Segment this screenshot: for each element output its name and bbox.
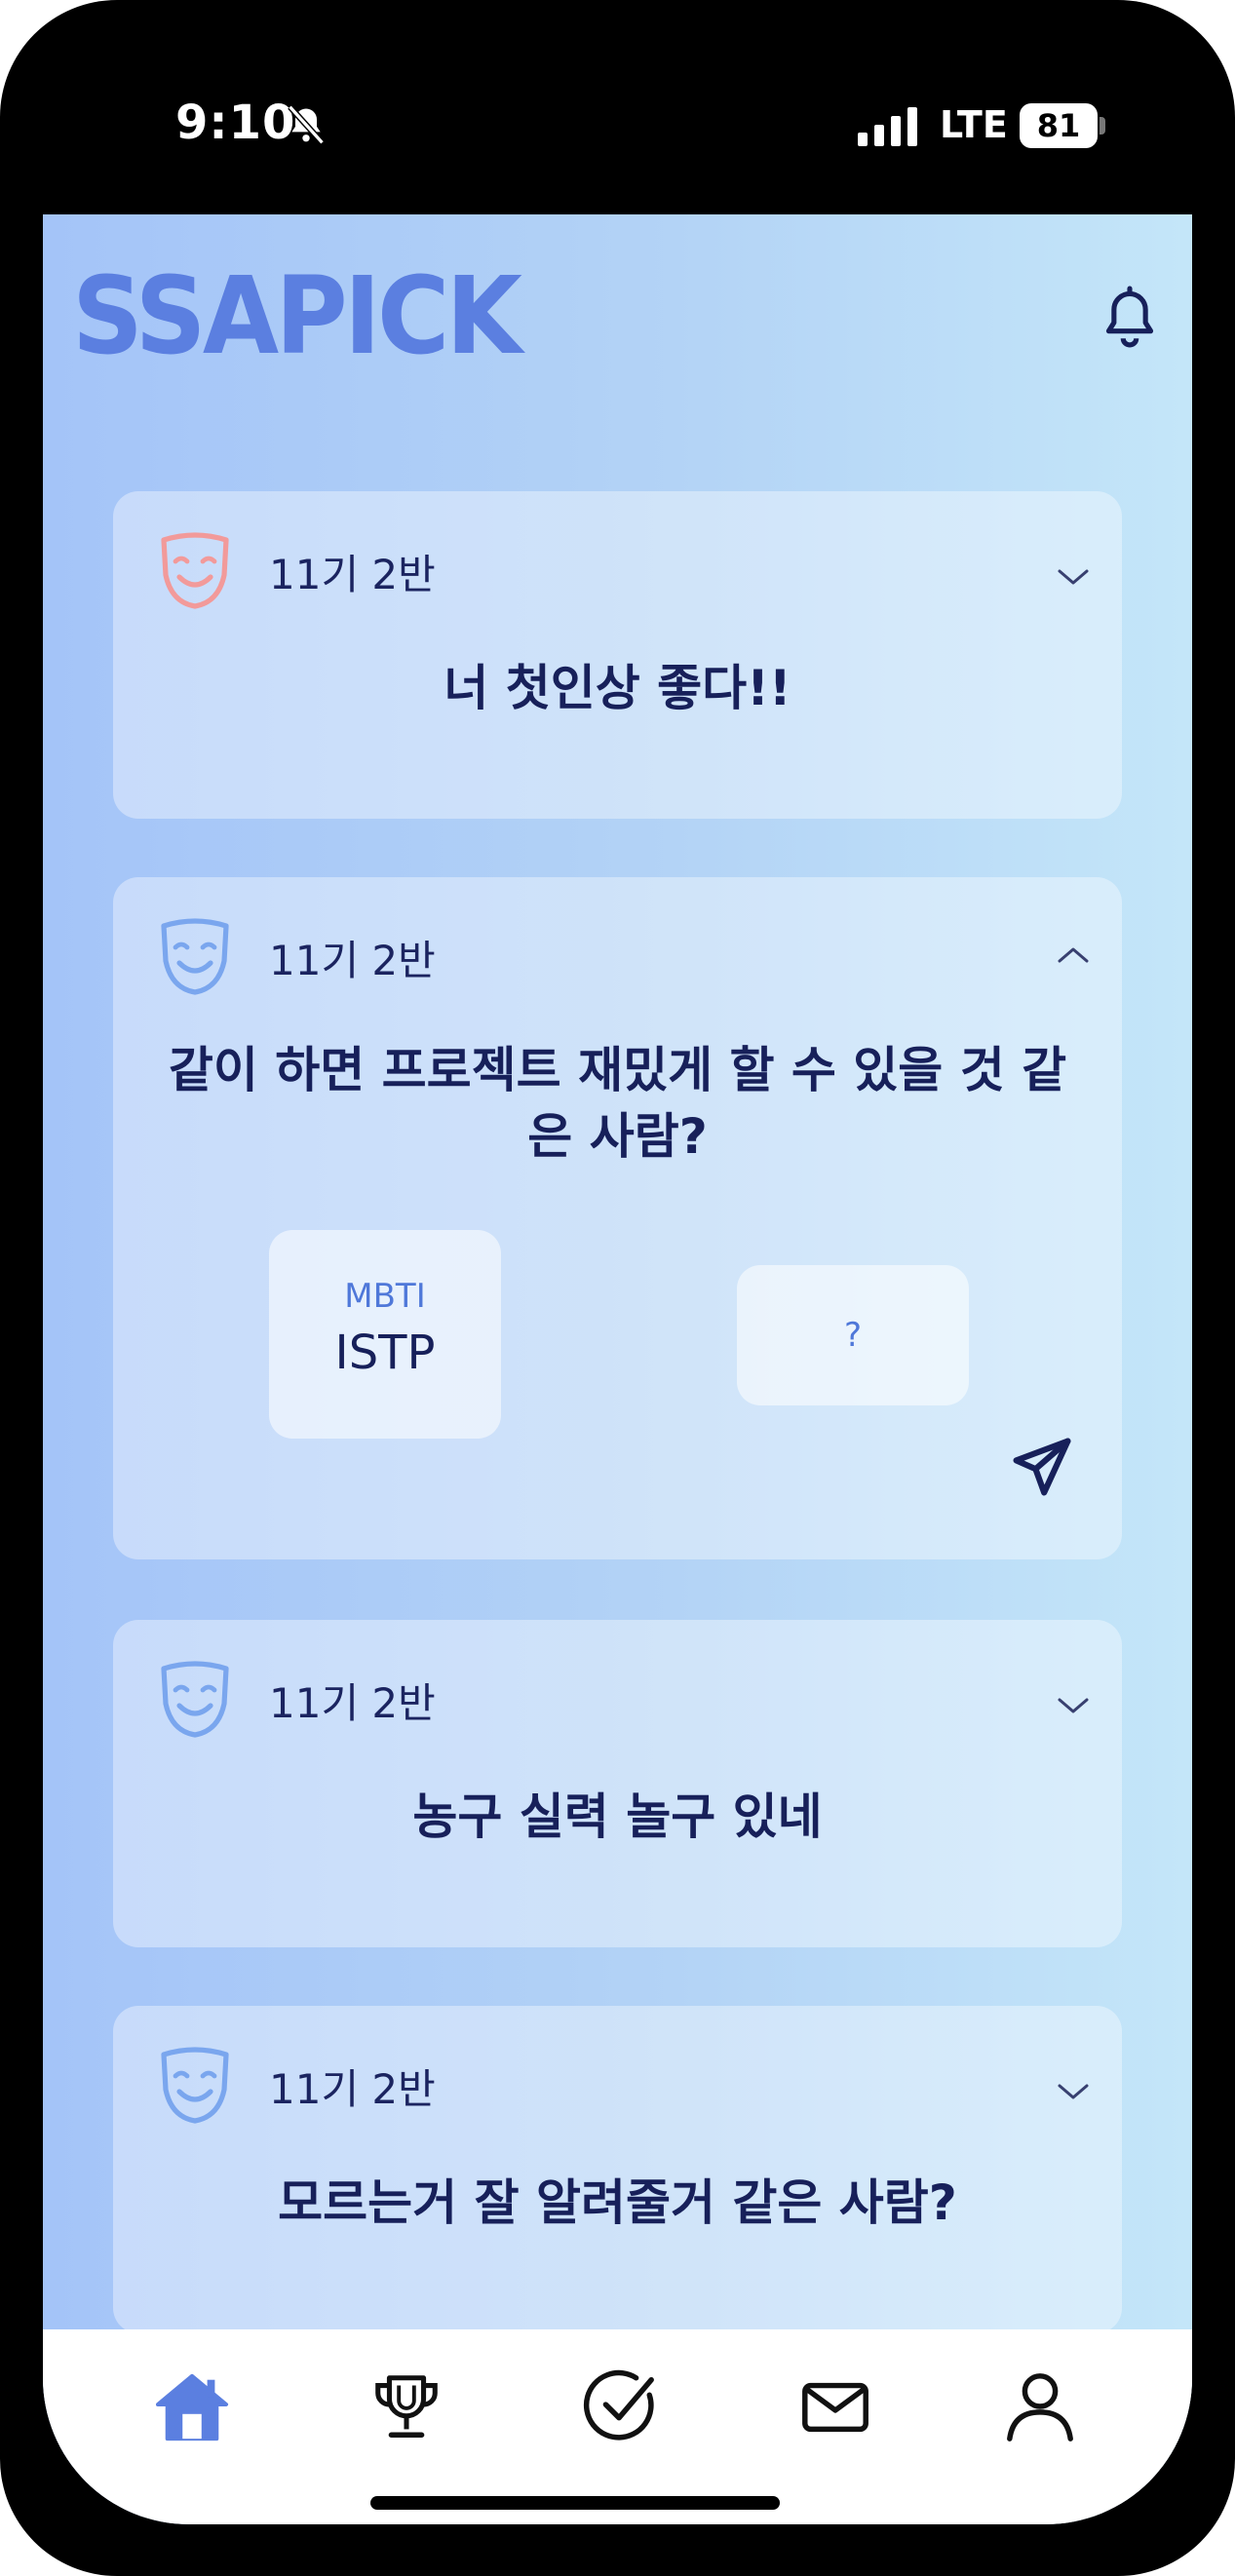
battery-tip (1100, 117, 1105, 135)
question-card-expanded[interactable]: 11기 2반 같이 하면 프로젝트 재밌게 할 수 있을 것 같은 사람? MB… (113, 877, 1122, 1559)
status-time: 9:10 (175, 96, 296, 150)
hint-unknown-label: ? (843, 1316, 863, 1355)
phone-frame: 9:10 LTE 81 SSAPICK 11기 2반 너 첫인상 좋다!! 11… (0, 0, 1235, 2576)
class-label: 11기 2반 (269, 1679, 436, 1727)
app-screen: SSAPICK 11기 2반 너 첫인상 좋다!! 11기 2반 같이 하면 프… (43, 214, 1192, 2524)
mask-icon (161, 532, 229, 609)
signal-icon (858, 107, 917, 146)
bell-muted-icon (288, 104, 325, 145)
hint-title: MBTI (344, 1277, 426, 1316)
chevron-up-icon[interactable] (1057, 945, 1090, 965)
mask-icon (161, 2047, 229, 2124)
home-indicator (370, 2496, 780, 2510)
bottom-tab-bar (43, 2329, 1192, 2524)
notification-bell-icon[interactable] (1098, 285, 1162, 353)
question-text: 같이 하면 프로젝트 재밌게 할 수 있을 것 같은 사람? (168, 1042, 1067, 1165)
home-icon[interactable] (154, 2368, 230, 2444)
question-card[interactable]: 11기 2반 모르는거 잘 알려줄거 같은 사람? (113, 2006, 1122, 2333)
mask-icon (161, 918, 229, 995)
question-text: 모르는거 잘 알려줄거 같은 사람? (278, 2174, 957, 2231)
trophy-icon[interactable] (368, 2368, 444, 2444)
hint-value: ISTP (334, 1326, 436, 1380)
mail-icon[interactable] (797, 2368, 873, 2444)
class-label: 11기 2반 (269, 937, 436, 984)
hint-card-mbti[interactable]: MBTI ISTP (269, 1230, 501, 1439)
profile-icon[interactable] (1002, 2368, 1078, 2444)
class-label: 11기 2반 (269, 2065, 436, 2113)
hint-card-unknown[interactable]: ? (737, 1265, 969, 1405)
battery-indicator: 81 (1020, 103, 1098, 148)
send-icon[interactable] (1010, 1435, 1074, 1499)
question-card[interactable]: 11기 2반 너 첫인상 좋다!! (113, 491, 1122, 819)
class-label: 11기 2반 (269, 551, 436, 598)
chevron-down-icon[interactable] (1057, 1696, 1090, 1715)
chevron-down-icon[interactable] (1057, 567, 1090, 587)
mask-icon (161, 1661, 229, 1738)
app-logo: SSAPICK (72, 253, 522, 378)
check-circle-icon[interactable] (583, 2368, 659, 2444)
network-label: LTE (940, 103, 1008, 146)
question-text: 너 첫인상 좋다!! (444, 660, 791, 716)
question-text: 농구 실력 놀구 있네 (412, 1788, 823, 1845)
chevron-down-icon[interactable] (1057, 2082, 1090, 2101)
status-bar: 9:10 LTE 81 (0, 0, 1235, 214)
question-card[interactable]: 11기 2반 농구 실력 놀구 있네 (113, 1620, 1122, 1947)
